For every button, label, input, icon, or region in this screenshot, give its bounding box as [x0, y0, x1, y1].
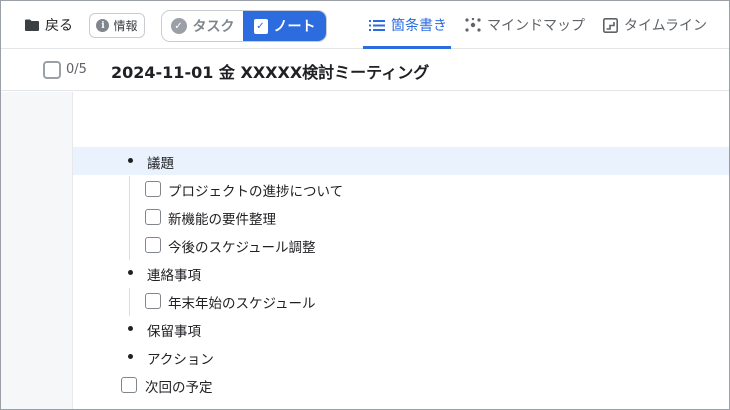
back-label: 戻る	[45, 18, 73, 34]
tab-task[interactable]: ✓ タスク	[162, 11, 243, 41]
left-gutter	[1, 92, 73, 409]
list-item-text: 今後のスケジュール調整	[168, 240, 316, 256]
tab-timeline[interactable]: タイムライン	[603, 13, 707, 37]
task-checkbox[interactable]	[121, 377, 137, 393]
list-item-text: 保留事項	[147, 324, 201, 340]
tab-note[interactable]: ✓ ノート	[243, 11, 326, 41]
list-item[interactable]: 保留事項	[73, 315, 729, 343]
list-icon	[369, 19, 385, 31]
check-circle-icon: ✓	[170, 18, 187, 34]
note-title[interactable]: 2024-11-01 金 XXXXX検討ミーティング	[111, 59, 429, 83]
tab-mindmap-label: マインドマップ	[487, 18, 585, 34]
progress-count: 0/5	[66, 62, 87, 77]
task-checkbox[interactable]	[145, 237, 161, 253]
info-button[interactable]: i 情報	[89, 13, 145, 38]
note-complete-checkbox[interactable]	[43, 61, 61, 79]
note-header: 0/5 2024-11-01 金 XXXXX検討ミーティング	[1, 50, 729, 91]
list-item-text: 議題	[147, 156, 174, 172]
list-item-text: 新機能の要件整理	[168, 212, 276, 228]
tab-bullets[interactable]: 箇条書き	[369, 13, 447, 37]
list-item[interactable]: 今後のスケジュール調整	[73, 231, 729, 259]
list-item-text: 次回の予定	[145, 380, 213, 396]
list-item[interactable]: アクション	[73, 343, 729, 371]
list-item[interactable]: 次回の予定	[73, 371, 729, 399]
note-check-icon: ✓	[253, 18, 268, 34]
list-item-text: アクション	[147, 352, 214, 368]
bullet-dot	[128, 270, 133, 275]
info-label: 情報	[113, 19, 138, 33]
toolbar: 戻る i 情報 ✓ タスク ✓ ノート 箇条書き マインドマップ タイムライン	[1, 1, 729, 49]
tab-note-label: ノート	[273, 19, 316, 35]
mode-toggle: ✓ タスク ✓ ノート	[161, 10, 327, 42]
outline-editor[interactable]: 議題 プロジェクトの進捗について 新機能の要件整理 今後のスケジュール調整 連絡…	[73, 92, 729, 409]
list-item[interactable]: 年末年始のスケジュール	[73, 287, 729, 315]
task-checkbox[interactable]	[145, 209, 161, 225]
task-checkbox[interactable]	[145, 181, 161, 197]
mindmap-icon	[465, 18, 481, 32]
bullet-dot	[128, 326, 133, 331]
list-item[interactable]: 連絡事項	[73, 259, 729, 287]
tab-task-label: タスク	[192, 19, 235, 35]
tab-timeline-label: タイムライン	[624, 18, 708, 34]
list-item[interactable]: 議題	[73, 147, 729, 175]
active-tab-indicator	[363, 46, 451, 49]
list-item-text: 年末年始のスケジュール	[168, 296, 316, 312]
info-icon: i	[96, 19, 110, 32]
tab-mindmap[interactable]: マインドマップ	[465, 13, 585, 37]
timeline-icon	[603, 17, 618, 33]
list-item-text: プロジェクトの進捗について	[168, 184, 344, 200]
bullet-dot	[128, 158, 133, 163]
folder-icon	[25, 19, 39, 31]
list-item[interactable]: 新機能の要件整理	[73, 203, 729, 231]
task-checkbox[interactable]	[145, 293, 161, 309]
app-window: 戻る i 情報 ✓ タスク ✓ ノート 箇条書き マインドマップ タイムライン …	[0, 0, 730, 410]
bullet-dot	[128, 354, 133, 359]
list-item[interactable]: プロジェクトの進捗について	[73, 175, 729, 203]
tab-bullets-label: 箇条書き	[391, 18, 447, 34]
back-button[interactable]: 戻る	[25, 15, 73, 35]
list-item-text: 連絡事項	[147, 268, 201, 284]
